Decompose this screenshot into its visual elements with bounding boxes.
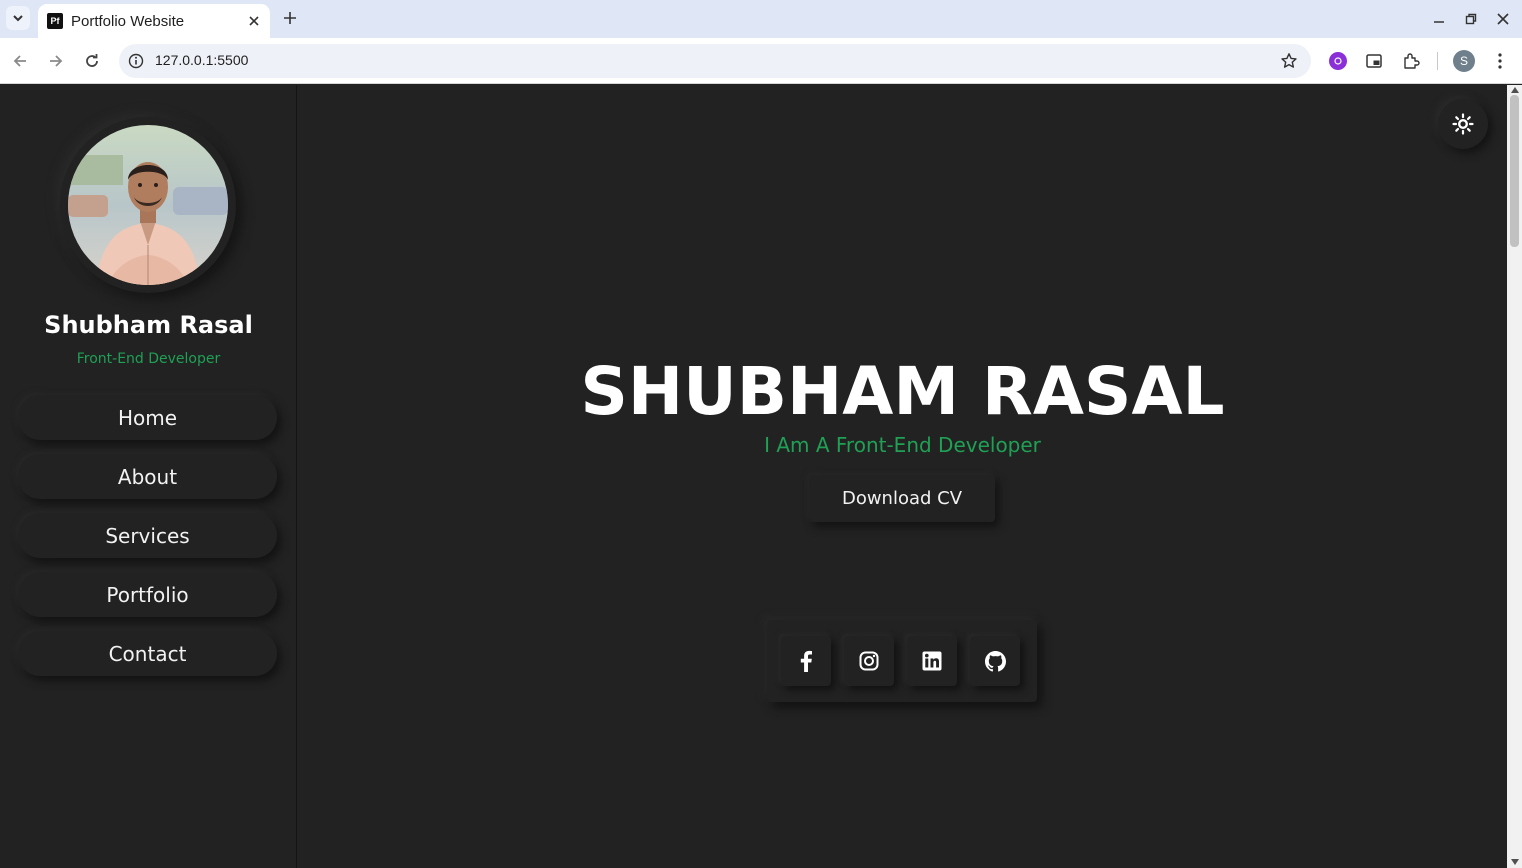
- tab-search-button[interactable]: [6, 6, 30, 30]
- github-link[interactable]: [970, 636, 1020, 686]
- extension-icon[interactable]: [1329, 52, 1347, 70]
- portfolio-page: Shubham Rasal Front-End Developer Home A…: [0, 85, 1507, 868]
- browser-toolbar: 127.0.0.1:5500 S: [0, 38, 1522, 84]
- star-icon: [1281, 53, 1297, 68]
- avatar-frame: [60, 117, 236, 293]
- close-icon: [1497, 13, 1509, 25]
- scroll-down-arrow[interactable]: [1510, 858, 1519, 866]
- back-button[interactable]: [8, 49, 32, 73]
- scrollbar-thumb[interactable]: [1510, 95, 1519, 247]
- extension-glyph-icon: [1334, 57, 1342, 65]
- puzzle-icon: [1404, 53, 1420, 69]
- social-links: [767, 620, 1037, 702]
- reload-button[interactable]: [80, 49, 104, 73]
- nav-services-button[interactable]: Services: [18, 513, 277, 558]
- close-icon: [249, 16, 259, 26]
- browser-tab-strip: Pf Portfolio Website: [0, 0, 1522, 38]
- browser-menu-button[interactable]: [1488, 49, 1512, 73]
- triangle-down-icon: [1510, 859, 1519, 865]
- restore-button[interactable]: [1460, 8, 1482, 30]
- address-bar[interactable]: 127.0.0.1:5500: [119, 44, 1311, 78]
- facebook-icon: [800, 650, 812, 672]
- profile-photo: [68, 125, 228, 285]
- tab-close-button[interactable]: [244, 11, 264, 31]
- info-icon: [128, 53, 144, 69]
- extensions-button[interactable]: [1399, 49, 1423, 73]
- plus-icon: [284, 12, 296, 24]
- minimize-icon: [1434, 21, 1444, 23]
- arrow-left-icon: [13, 55, 26, 67]
- picture-in-picture-button[interactable]: [1362, 49, 1386, 73]
- scroll-up-arrow[interactable]: [1510, 86, 1519, 94]
- picture-in-picture-icon: [1366, 54, 1382, 68]
- arrow-right-icon: [50, 55, 63, 67]
- linkedin-link[interactable]: [907, 636, 957, 686]
- sidebar: Shubham Rasal Front-End Developer Home A…: [0, 85, 297, 868]
- page-scrollbar[interactable]: [1507, 85, 1522, 868]
- linkedin-icon: [922, 651, 942, 671]
- hero-section: SHUBHAM RASAL I Am A Front-End Developer…: [298, 85, 1507, 868]
- favicon-icon: Pf: [47, 13, 63, 29]
- hero-subtitle: I Am A Front-End Developer: [764, 433, 1041, 457]
- window-close-button[interactable]: [1492, 8, 1514, 30]
- nav-contact-button[interactable]: Contact: [18, 631, 277, 676]
- sidebar-name: Shubham Rasal: [44, 311, 253, 339]
- download-cv-button[interactable]: Download CV: [809, 475, 995, 522]
- instagram-link[interactable]: [844, 636, 894, 686]
- theme-toggle-button[interactable]: [1438, 99, 1488, 149]
- minimize-button[interactable]: [1428, 8, 1450, 30]
- restore-icon: [1465, 13, 1477, 25]
- instagram-icon: [859, 651, 879, 671]
- bookmark-button[interactable]: [1279, 51, 1299, 71]
- nav-about-button[interactable]: About: [18, 454, 277, 499]
- tab-title: Portfolio Website: [71, 12, 185, 30]
- more-vertical-icon: [1498, 53, 1502, 69]
- chevron-down-icon: [13, 15, 23, 22]
- browser-tab[interactable]: Pf Portfolio Website: [38, 4, 270, 38]
- toolbar-divider: [1437, 52, 1438, 70]
- hero-title: SHUBHAM RASAL: [580, 353, 1225, 430]
- nav-home-button[interactable]: Home: [18, 395, 277, 440]
- url-text: 127.0.0.1:5500: [155, 52, 249, 68]
- sun-icon: [1452, 113, 1474, 135]
- triangle-up-icon: [1510, 87, 1519, 93]
- github-icon: [984, 650, 1006, 671]
- site-info-icon[interactable]: [126, 51, 146, 71]
- nav-portfolio-button[interactable]: Portfolio: [18, 572, 277, 617]
- reload-icon: [86, 54, 98, 67]
- forward-button[interactable]: [44, 49, 68, 73]
- profile-photo-image: [68, 125, 228, 285]
- profile-avatar[interactable]: S: [1453, 50, 1475, 72]
- sidebar-role: Front-End Developer: [76, 351, 221, 367]
- new-tab-button[interactable]: [279, 7, 301, 29]
- facebook-link[interactable]: [781, 636, 831, 686]
